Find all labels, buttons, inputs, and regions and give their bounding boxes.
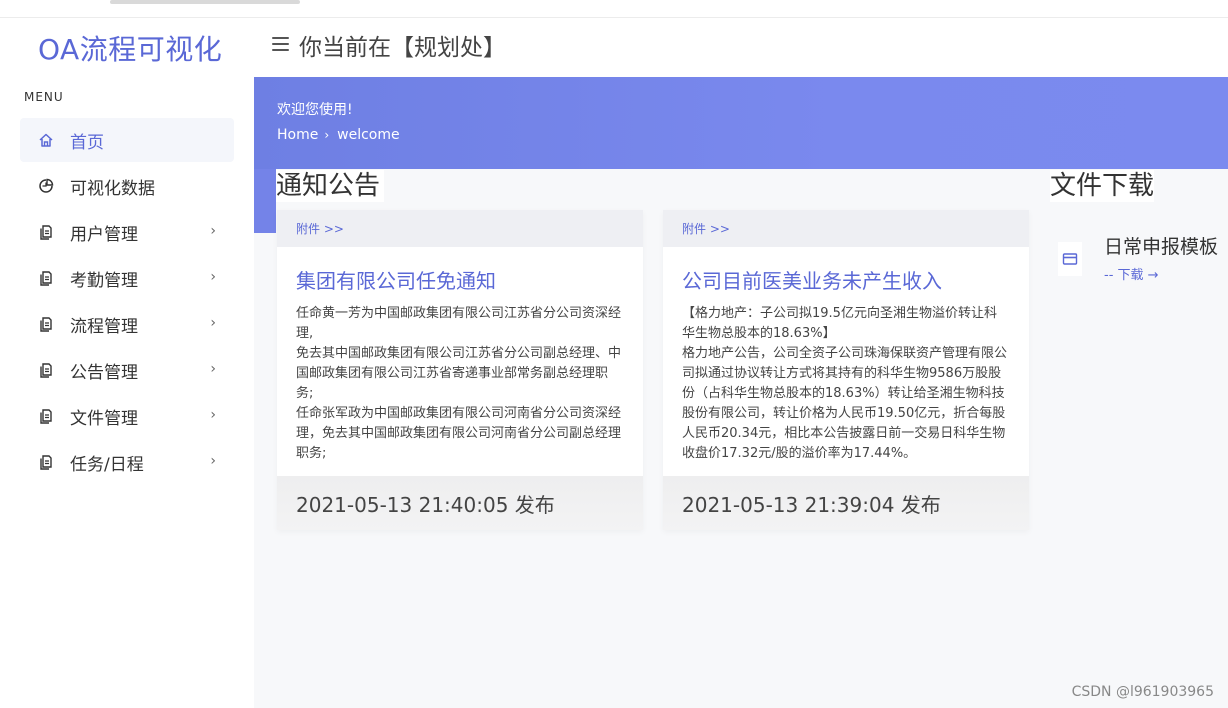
breadcrumb-home-link[interactable]: Home	[277, 127, 318, 143]
chevron-right-icon: ›	[210, 453, 216, 469]
document-icon	[38, 454, 54, 470]
app-logo[interactable]: OA流程可视化	[38, 28, 222, 68]
chevron-right-icon: ›	[210, 315, 216, 331]
sidebar-item-user-management[interactable]: 用户管理 ›	[20, 210, 234, 254]
files-section-title: 文件下载	[1050, 170, 1155, 202]
chevron-right-icon: ›	[210, 361, 216, 377]
file-name: 日常申报模板	[1104, 236, 1219, 258]
document-icon	[38, 316, 54, 332]
file-card-icon	[1058, 242, 1082, 276]
home-icon	[38, 132, 54, 148]
blurred-tab-text	[110, 0, 300, 4]
sidebar-menu: 首页 可视化数据 用户管理 › 考勤管理 › 流程管理 › 公告管理 › 文件管…	[20, 118, 234, 486]
attachment-link[interactable]: 附件 >>	[277, 210, 643, 247]
chevron-right-icon: ›	[210, 407, 216, 423]
breadcrumb-current: welcome	[337, 127, 400, 143]
file-download-item: 日常申报模板 -- 下载 →	[1058, 230, 1228, 290]
menu-caption: MENU	[24, 90, 64, 104]
notice-card: 附件 >> 公司目前医美业务未产生收入 【格力地产：子公司拟19.5亿元向圣湘生…	[663, 210, 1029, 530]
chevron-right-icon: ›	[210, 269, 216, 285]
notice-section-title: 通知公告	[276, 170, 385, 202]
watermark: CSDN @l961903965	[1071, 684, 1214, 700]
welcome-banner: 欢迎您使用! Home › welcome	[254, 77, 1228, 169]
welcome-text: 欢迎您使用!	[277, 102, 353, 118]
sidebar-item-announcements[interactable]: 公告管理 ›	[20, 348, 234, 392]
sidebar-item-label: 考勤管理	[70, 270, 138, 291]
sidebar-item-files[interactable]: 文件管理 ›	[20, 394, 234, 438]
document-icon	[38, 408, 54, 424]
sidebar-item-tasks[interactable]: 任务/日程 ›	[20, 440, 234, 484]
sidebar-item-process[interactable]: 流程管理 ›	[20, 302, 234, 346]
sidebar-item-label: 公告管理	[70, 362, 138, 383]
sidebar-item-attendance[interactable]: 考勤管理 ›	[20, 256, 234, 300]
breadcrumb: Home › welcome	[277, 127, 400, 143]
chart-icon	[38, 178, 54, 194]
banner-tail	[254, 169, 276, 233]
notice-card: 附件 >> 集团有限公司任免通知 任命黄一芳为中国邮政集团有限公司江苏省分公司资…	[277, 210, 643, 530]
current-location: 你当前在【规划处】	[299, 35, 506, 61]
sidebar-item-label: 首页	[70, 132, 104, 153]
sidebar-item-label: 用户管理	[70, 224, 138, 245]
sidebar-item-label: 任务/日程	[70, 454, 144, 475]
document-icon	[38, 224, 54, 240]
notice-title[interactable]: 公司目前医美业务未产生收入	[682, 265, 1029, 294]
sidebar-item-label: 文件管理	[70, 408, 138, 429]
notice-body: 任命黄一芳为中国邮政集团有限公司江苏省分公司资深经理, 免去其中国邮政集团有限公…	[296, 306, 622, 461]
browser-top-strip	[0, 0, 1228, 18]
notice-title[interactable]: 集团有限公司任免通知	[296, 265, 643, 294]
document-icon	[38, 270, 54, 286]
top-header: 你当前在【规划处】	[254, 18, 1228, 77]
download-link[interactable]: -- 下载 →	[1104, 264, 1159, 283]
document-icon	[38, 362, 54, 378]
breadcrumb-separator-icon: ›	[324, 128, 330, 142]
sidebar: OA流程可视化 MENU 首页 可视化数据 用户管理 › 考勤管理 › 流程管理…	[0, 18, 254, 708]
notice-body: 【格力地产：子公司拟19.5亿元向圣湘生物溢价转让科华生物总股本的18.63%】…	[682, 306, 1008, 461]
sidebar-item-home[interactable]: 首页	[20, 118, 234, 162]
sidebar-item-label: 可视化数据	[70, 178, 155, 199]
chevron-right-icon: ›	[210, 223, 216, 239]
hamburger-menu-icon[interactable]	[272, 37, 289, 51]
notice-publish-time: 2021-05-13 21:40:05 发布	[277, 476, 643, 530]
notice-publish-time: 2021-05-13 21:39:04 发布	[663, 476, 1029, 530]
attachment-link[interactable]: 附件 >>	[663, 210, 1029, 247]
sidebar-item-visual-data[interactable]: 可视化数据	[20, 164, 234, 208]
sidebar-item-label: 流程管理	[70, 316, 138, 337]
